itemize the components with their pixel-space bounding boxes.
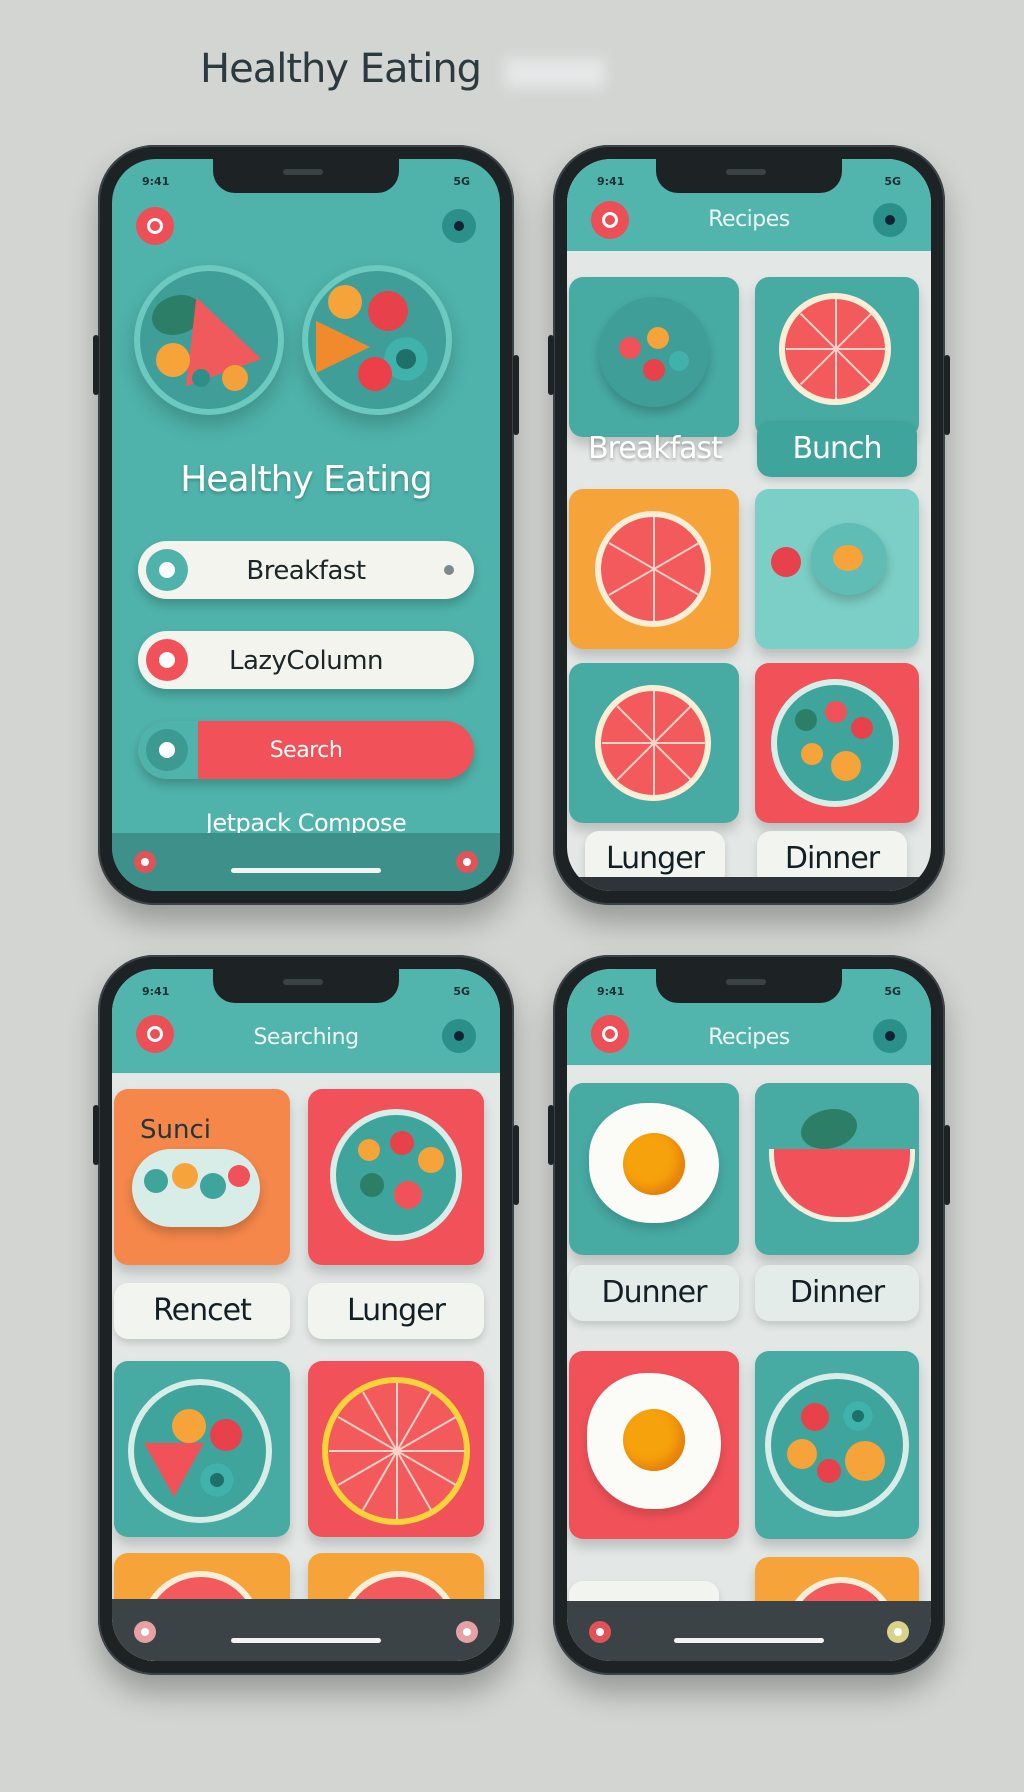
recipe-tile[interactable] — [755, 1351, 919, 1539]
tile-label: Breakfast — [588, 431, 723, 466]
status-signal: 5G — [884, 175, 901, 188]
status-time: 9:41 — [142, 985, 170, 998]
profile-icon[interactable] — [442, 209, 476, 243]
tile-label: Bunch — [757, 421, 917, 477]
phone-searching: 9:41 5G Searching Sunci Rencet Lunger — [93, 955, 519, 1675]
profile-icon[interactable] — [873, 1019, 907, 1053]
phone-home: 9:41 5G Healthy Eating Breakfast LazyCol… — [93, 145, 519, 905]
nav-left-icon[interactable] — [134, 1621, 156, 1643]
breakfast-label: Breakfast — [246, 556, 366, 586]
menu-icon[interactable] — [136, 207, 174, 245]
recipe-tile[interactable] — [755, 663, 919, 823]
bottom-nav — [112, 833, 500, 891]
nav-left-icon[interactable] — [134, 851, 156, 873]
fruit-bowl-image — [134, 265, 284, 415]
recipe-tile[interactable] — [308, 1361, 484, 1537]
status-signal: 5G — [453, 175, 470, 188]
status-time: 9:41 — [142, 175, 170, 188]
nav-right-icon[interactable] — [456, 851, 478, 873]
status-time: 9:41 — [597, 985, 625, 998]
tile-label: Rencet — [114, 1283, 290, 1339]
search-button[interactable]: Search — [138, 721, 474, 779]
recipe-tile[interactable] — [755, 1083, 919, 1255]
phone-recipes: 9:41 5G Recipes Breakfast Bunch Lunger D… — [548, 145, 950, 905]
tile-label: Dinner — [755, 1265, 919, 1321]
recipe-tile[interactable] — [569, 663, 739, 823]
breakfast-button[interactable]: Breakfast — [138, 541, 474, 599]
title-blur — [505, 58, 605, 88]
recipe-tile[interactable] — [569, 277, 739, 437]
status-signal: 5G — [884, 985, 901, 998]
recipe-tile[interactable] — [114, 1361, 290, 1537]
nav-right-icon[interactable] — [456, 1621, 478, 1643]
bottom-nav — [112, 1599, 500, 1661]
recipe-tile[interactable] — [569, 1083, 739, 1255]
page-title: Healthy Eating — [200, 46, 482, 92]
recipe-tile[interactable] — [755, 277, 919, 437]
recipe-tile[interactable] — [569, 489, 739, 649]
recipe-tile[interactable] — [569, 1351, 739, 1539]
recipe-tile[interactable] — [308, 1089, 484, 1265]
notch — [213, 159, 399, 193]
tile-label: Lunger — [308, 1283, 484, 1339]
home-indicator[interactable] — [674, 1638, 824, 1643]
bottom-nav — [567, 1601, 931, 1661]
lazycolumn-button[interactable]: LazyColumn — [138, 631, 474, 689]
status-signal: 5G — [453, 985, 470, 998]
bottom-nav — [567, 877, 931, 891]
home-indicator[interactable] — [231, 1638, 381, 1643]
recipe-tile[interactable] — [755, 489, 919, 649]
notch — [656, 969, 842, 1003]
fruit-bowl-image — [302, 265, 452, 415]
dot-icon — [444, 565, 454, 575]
nav-right-icon[interactable] — [887, 1621, 909, 1643]
profile-icon[interactable] — [873, 203, 907, 237]
tile-label: Dunner — [569, 1265, 739, 1321]
search-label: Search — [269, 738, 343, 763]
nav-left-icon[interactable] — [589, 1621, 611, 1643]
hero-title: Healthy Eating — [180, 459, 433, 500]
phone-recipes-2: 9:41 5G Recipes Dunner Dinner — [548, 955, 950, 1675]
status-time: 9:41 — [597, 175, 625, 188]
tile-overlay-text: Sunci — [140, 1115, 211, 1145]
home-indicator[interactable] — [231, 868, 381, 873]
profile-icon[interactable] — [442, 1019, 476, 1053]
notch — [656, 159, 842, 193]
notch — [213, 969, 399, 1003]
lazycolumn-label: LazyColumn — [228, 646, 384, 676]
recipe-tile[interactable]: Sunci — [114, 1089, 290, 1265]
